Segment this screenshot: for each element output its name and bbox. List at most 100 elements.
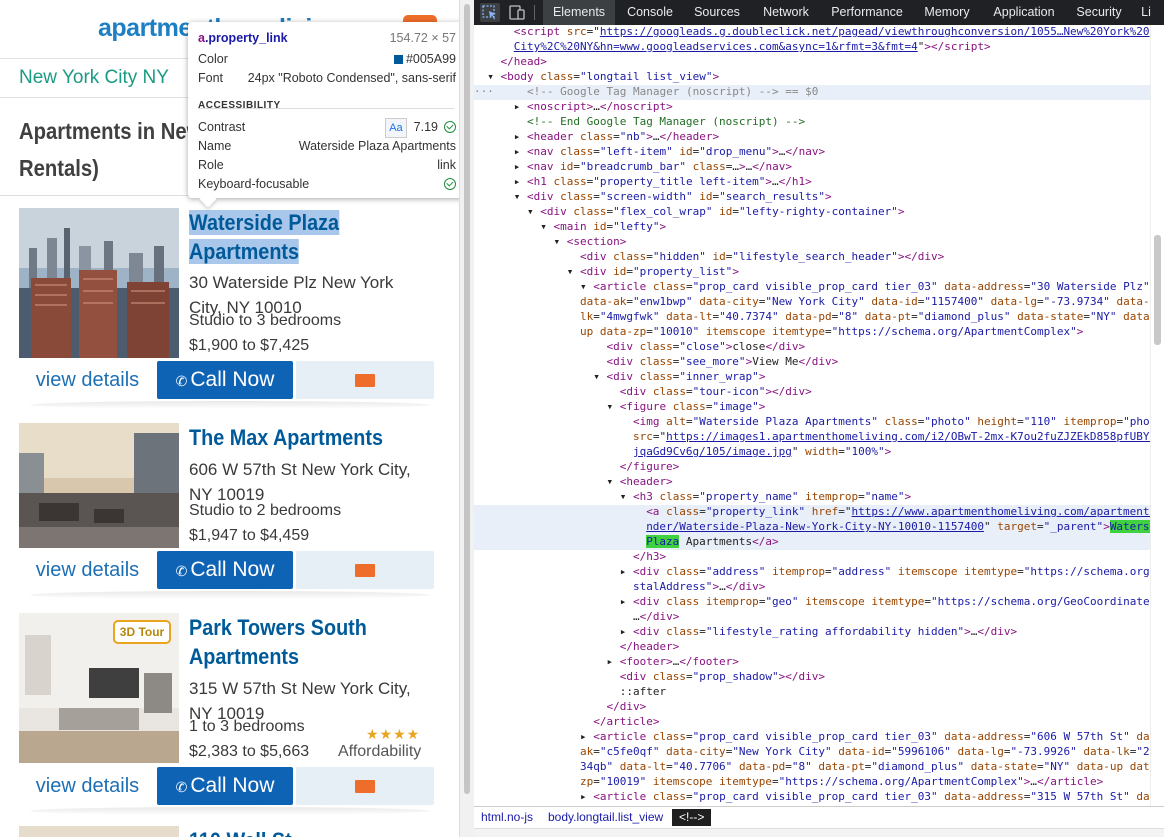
dom-node[interactable]: ▾ <h3 class="property_name" itemprop="na… <box>474 490 1150 505</box>
breadcrumb-comment[interactable]: <!--> <box>672 809 712 826</box>
dom-node[interactable]: ▸ <article class="prop_card visible_prop… <box>474 730 1150 745</box>
dom-node[interactable]: </head> <box>474 55 1150 70</box>
dom-node[interactable]: ak="c5fe0qf" data-city="New York City" d… <box>474 745 1150 760</box>
tab-network[interactable]: Network <box>753 0 819 25</box>
listing-photo[interactable] <box>19 208 179 358</box>
dom-node[interactable]: zp="10019" itemscope itemtype="https://s… <box>474 775 1150 790</box>
tab-elements[interactable]: Elements <box>543 0 615 25</box>
property-link[interactable]: 110 Wall St... <box>189 826 423 837</box>
email-button[interactable] <box>296 767 434 805</box>
breadcrumb-html[interactable]: html.no-js <box>481 810 533 824</box>
affordability-stars: ★★★★ <box>366 726 421 742</box>
bedroom-range: Studio to 2 bedrooms <box>189 502 342 519</box>
dom-node[interactable]: up data-zp="10010" itemscope itemtype="h… <box>474 325 1150 340</box>
dom-node[interactable]: ▸ <div class="address" itemprop="address… <box>474 565 1150 580</box>
dom-node[interactable]: ▸ <nav id="breadcrumb_bar" class=…>…</na… <box>474 160 1150 175</box>
tooltip-role: Role link <box>198 158 456 172</box>
dom-node[interactable]: ▾ <div class="inner_wrap"> <box>474 370 1150 385</box>
dom-tree[interactable]: <script src="https://googleads.g.doublec… <box>474 25 1150 806</box>
tab-console[interactable]: Console <box>619 0 681 25</box>
phone-icon: ✆ <box>175 563 188 579</box>
dom-node[interactable]: …</div> <box>474 610 1150 625</box>
dom-node-selected[interactable]: ··· <!-- Google Tag Manager (noscript) -… <box>474 85 1150 100</box>
tooltip-contrast: Contrast Aa 7.19 <box>198 118 456 138</box>
dom-node[interactable]: ▾ <div class="flex_col_wrap" id="lefty-r… <box>474 205 1150 220</box>
dom-node[interactable]: <img alt="Waterside Plaza Apartments" cl… <box>474 415 1150 430</box>
call-now-button[interactable]: ✆ Call Now <box>157 551 293 589</box>
email-button[interactable] <box>296 361 434 399</box>
dom-node[interactable]: ▾ <body class="longtail list_view"> <box>474 70 1150 85</box>
dom-node[interactable]: ▸ <footer>…</footer> <box>474 655 1150 670</box>
dom-node[interactable]: ▸ <noscript>…</noscript> <box>474 100 1150 115</box>
scrollbar-thumb[interactable] <box>1154 235 1161 345</box>
dom-node[interactable]: lk="4mwgfwk" data-lt="40.7374" data-pd="… <box>474 310 1150 325</box>
view-details-button[interactable]: view details <box>19 361 156 399</box>
dom-node[interactable]: ▸ <article class="prop_card visible_prop… <box>474 790 1150 805</box>
dom-node[interactable]: ▾ <article class="prop_card visible_prop… <box>474 280 1150 295</box>
tab-security[interactable]: Security <box>1068 0 1130 25</box>
card-shadow <box>30 807 430 815</box>
device-toolbar-icon[interactable] <box>507 3 527 22</box>
dom-node[interactable]: <div class="hidden" id="lifestyle_search… <box>474 250 1150 265</box>
dom-node[interactable]: </figure> <box>474 460 1150 475</box>
dom-node[interactable]: ▾ <figure class="image"> <box>474 400 1150 415</box>
dom-node[interactable]: </header> <box>474 640 1150 655</box>
dom-node[interactable]: jqaGd9Cv6g/105/image.jpg" width="100%"> <box>474 445 1150 460</box>
dom-node[interactable]: ▾ <header> <box>474 475 1150 490</box>
3d-tour-badge[interactable]: 3D Tour <box>113 620 171 644</box>
inspect-element-icon[interactable] <box>480 3 500 22</box>
dom-node[interactable]: ▸ <nav class="left-item" id="drop_menu">… <box>474 145 1150 160</box>
dom-node[interactable]: ▾ <div id="property_list"> <box>474 265 1150 280</box>
dom-node[interactable]: ▸ <div class itemprop="geo" itemscope it… <box>474 595 1150 610</box>
page-scrollbar[interactable] <box>459 0 474 837</box>
dom-node[interactable]: ▸ <h1 class="property_title left-item">…… <box>474 175 1150 190</box>
dom-node-hovered[interactable]: Plaza Apartments</a> <box>474 535 1150 550</box>
property-link[interactable]: Waterside Plaza Apartments <box>189 208 423 266</box>
dom-node[interactable]: </h3> <box>474 550 1150 565</box>
dom-node[interactable]: 34qb" data-lt="40.7706" data-pd="8" data… <box>474 760 1150 775</box>
listing-photo[interactable] <box>19 826 179 837</box>
tab-memory[interactable]: Memory <box>914 0 980 25</box>
listing-photo[interactable]: 3D Tour <box>19 613 179 763</box>
dom-node[interactable]: <script src="https://googleads.g.doublec… <box>474 25 1150 40</box>
property-link[interactable]: Park Towers South Apartments <box>189 613 423 671</box>
tab-sources[interactable]: Sources <box>685 0 749 25</box>
call-now-button[interactable]: ✆ Call Now <box>157 361 293 399</box>
dom-node-hovered[interactable]: nder/Waterside-Plaza-New-York-City-NY-10… <box>474 520 1150 535</box>
dom-node[interactable]: src="https://images1.apartmenthomeliving… <box>474 430 1150 445</box>
color-swatch <box>393 55 403 64</box>
dom-node[interactable]: <div class="prop_shadow"></div> <box>474 670 1150 685</box>
dom-node[interactable]: ▸ <div class="lifestyle_rating affordabi… <box>474 625 1150 640</box>
tooltip-color: Color #005A99 <box>198 52 456 66</box>
property-link[interactable]: The Max Apartments <box>189 423 423 452</box>
dom-node[interactable]: ::after <box>474 685 1150 700</box>
dom-node[interactable]: <div class="tour-icon"></div> <box>474 385 1150 400</box>
dom-node[interactable]: ▾ <main id="lefty"> <box>474 220 1150 235</box>
phone-icon: ✆ <box>175 779 188 795</box>
dom-node[interactable]: <div class="see_more">View Me</div> <box>474 355 1150 370</box>
dom-node[interactable]: ▾ <div class="screen-width" id="search_r… <box>474 190 1150 205</box>
dom-tree-scrollbar[interactable] <box>1150 25 1164 806</box>
toolbar-divider <box>534 5 535 20</box>
view-details-button[interactable]: view details <box>19 767 156 805</box>
dom-node[interactable]: City%2C%20NY&hn=www.googleadservices.com… <box>474 40 1150 55</box>
dom-node[interactable]: </article> <box>474 715 1150 730</box>
dom-node[interactable]: <div class="close">close</div> <box>474 340 1150 355</box>
dom-node[interactable]: stalAddress">…</div> <box>474 580 1150 595</box>
tab-performance[interactable]: Performance <box>824 0 910 25</box>
dom-node[interactable]: ▾ <section> <box>474 235 1150 250</box>
tab-lighthouse[interactable]: Li <box>1135 0 1157 25</box>
view-details-button[interactable]: view details <box>19 551 156 589</box>
breadcrumb-body[interactable]: body.longtail.list_view <box>548 810 663 824</box>
dom-node[interactable]: data-ak="enw1bwp" data-city="New York Ci… <box>474 295 1150 310</box>
dom-node[interactable]: <!-- End Google Tag Manager (noscript) -… <box>474 115 1150 130</box>
email-button[interactable] <box>296 551 434 589</box>
listing-photo[interactable] <box>19 423 179 548</box>
tab-application[interactable]: Application <box>985 0 1063 25</box>
dom-node[interactable]: </div> <box>474 700 1150 715</box>
call-now-button[interactable]: ✆ Call Now <box>157 767 293 805</box>
dom-node-hovered[interactable]: <a class="property_link" href="https://w… <box>474 505 1150 520</box>
scrollbar-thumb[interactable] <box>464 4 470 794</box>
dom-node[interactable]: ▸ <header class="nb">…</header> <box>474 130 1150 145</box>
location-link[interactable]: New York City NY <box>19 67 169 89</box>
